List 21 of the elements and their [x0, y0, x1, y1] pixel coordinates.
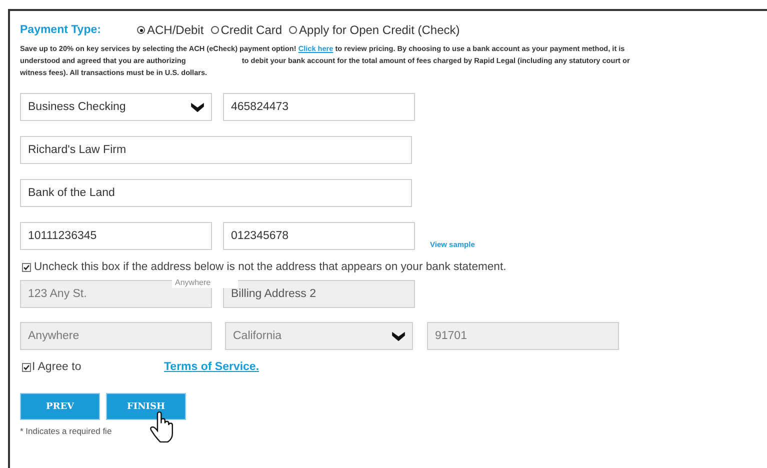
- checkbox[interactable]: [22, 262, 31, 272]
- radio-label[interactable]: Credit Card: [220, 23, 282, 37]
- check-number-field[interactable]: 012345678: [223, 222, 415, 250]
- radio-label[interactable]: Apply for Open Credit (Check): [299, 23, 460, 37]
- routing-number-field[interactable]: 10111236345: [20, 222, 212, 250]
- tooltip: Anywhere: [172, 277, 238, 288]
- radio-button[interactable]: [210, 26, 219, 34]
- checkbox-label: Uncheck this box if the address below is not the address that appears on your bank statement.: [34, 261, 506, 273]
- chevron-icon: [392, 330, 405, 342]
- account-name-field[interactable]: Richard's Law Firm: [20, 136, 412, 164]
- checkbox[interactable]: [22, 362, 31, 372]
- account-type-select[interactable]: Business Checking: [20, 93, 212, 121]
- agree-label: I Agree to: [32, 361, 82, 373]
- radio-button[interactable]: [137, 26, 145, 34]
- chevron-icon: [191, 102, 204, 112]
- account-number-field[interactable]: 465824473: [223, 93, 415, 121]
- radio-label[interactable]: ACH/Debit: [147, 23, 204, 37]
- required-note: * Indicates a required fie: [20, 426, 113, 436]
- radio-button[interactable]: [289, 26, 298, 34]
- payment-type-label: Payment Type:: [20, 24, 102, 36]
- bank-name-field[interactable]: Bank of the Land: [20, 179, 412, 207]
